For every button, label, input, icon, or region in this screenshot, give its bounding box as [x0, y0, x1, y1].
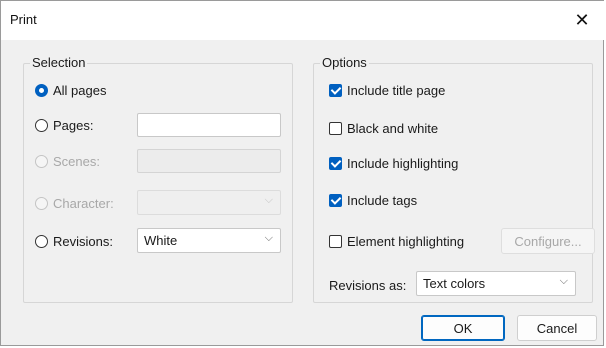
include-highlighting-checkbox[interactable] [329, 157, 342, 170]
revisions-option[interactable]: Revisions: [35, 234, 113, 249]
revisions-select[interactable]: White ⌵ [137, 228, 281, 253]
scenes-label: Scenes: [53, 154, 100, 169]
revisions-as-select[interactable]: Text colors ⌵ [416, 271, 576, 296]
chevron-down-icon: ⌵ [264, 194, 273, 206]
include-title-page-label: Include title page [347, 83, 446, 98]
chevron-down-icon: ⌵ [559, 275, 568, 287]
revisions-as-label: Revisions as: [329, 278, 407, 293]
element-highlighting-label: Element highlighting [347, 234, 465, 249]
character-radio [35, 197, 48, 210]
revisions-radio[interactable] [35, 235, 48, 248]
pages-label: Pages: [53, 118, 94, 133]
include-highlighting-label: Include highlighting [347, 156, 459, 171]
revisions-label: Revisions: [53, 234, 113, 249]
close-icon[interactable]: ✕ [559, 1, 605, 39]
all-pages-radio[interactable] [35, 84, 48, 97]
character-option: Character: [35, 196, 114, 211]
all-pages-label: All pages [53, 83, 107, 98]
cancel-button[interactable]: Cancel [517, 315, 597, 341]
options-legend: Options [320, 55, 369, 70]
all-pages-option[interactable]: All pages [35, 83, 106, 98]
include-tags-label: Include tags [347, 193, 418, 208]
configure-button: Configure... [501, 228, 595, 254]
selection-group: Selection [23, 55, 293, 303]
pages-input[interactable] [137, 113, 281, 137]
pages-option[interactable]: Pages: [35, 118, 93, 133]
character-select: ⌵ [137, 190, 281, 215]
include-title-page-checkbox[interactable] [329, 84, 342, 97]
scenes-input [137, 149, 281, 173]
ok-button[interactable]: OK [421, 315, 505, 341]
revisions-as-select-value: Text colors [423, 276, 486, 291]
character-label: Character: [53, 196, 114, 211]
selection-legend: Selection [30, 55, 88, 70]
window-title: Print [10, 12, 37, 27]
include-title-page-option[interactable]: Include title page [329, 83, 445, 98]
black-and-white-option[interactable]: Black and white [329, 121, 438, 136]
print-dialog: Print ✕ Selection All pages Pages: Scene… [0, 0, 605, 346]
title-bar: Print ✕ [1, 1, 605, 40]
include-highlighting-option[interactable]: Include highlighting [329, 156, 458, 171]
pages-radio[interactable] [35, 119, 48, 132]
include-tags-checkbox[interactable] [329, 194, 342, 207]
chevron-down-icon: ⌵ [264, 232, 273, 244]
revisions-select-value: White [144, 233, 178, 248]
element-highlighting-checkbox[interactable] [329, 235, 342, 248]
black-and-white-label: Black and white [347, 121, 439, 136]
include-tags-option[interactable]: Include tags [329, 193, 417, 208]
scenes-option: Scenes: [35, 154, 100, 169]
options-group: Options [313, 55, 593, 303]
scenes-radio [35, 155, 48, 168]
black-and-white-checkbox[interactable] [329, 122, 342, 135]
element-highlighting-option[interactable]: Element highlighting [329, 234, 464, 249]
